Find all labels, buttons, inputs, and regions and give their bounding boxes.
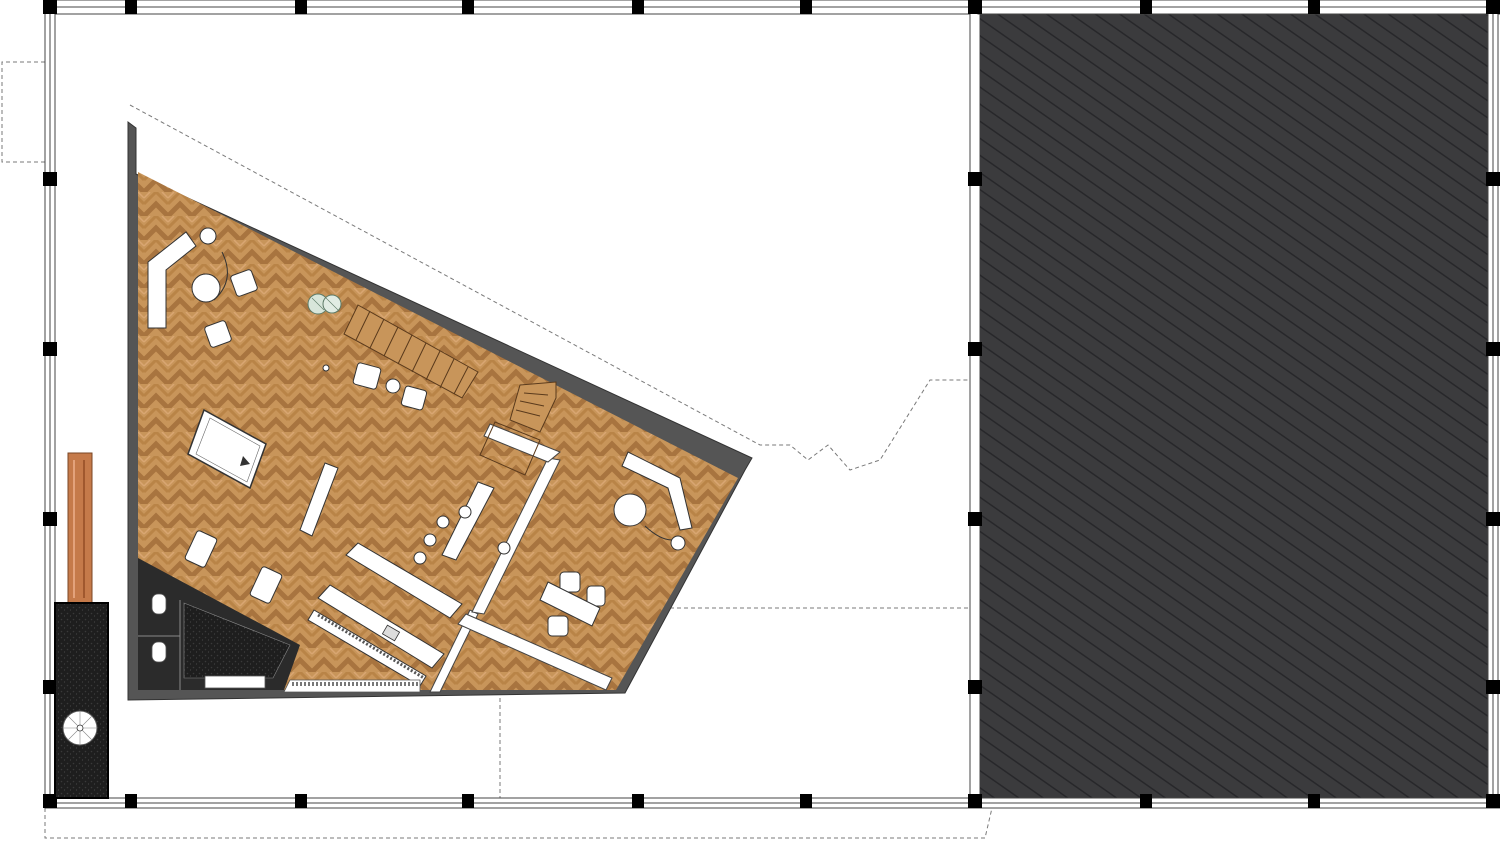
lift-stair-core xyxy=(54,452,109,799)
plant-icon xyxy=(307,293,342,315)
hatched-zone xyxy=(977,0,1500,809)
interior-unit xyxy=(127,121,753,701)
floor-plan xyxy=(1,0,1500,839)
